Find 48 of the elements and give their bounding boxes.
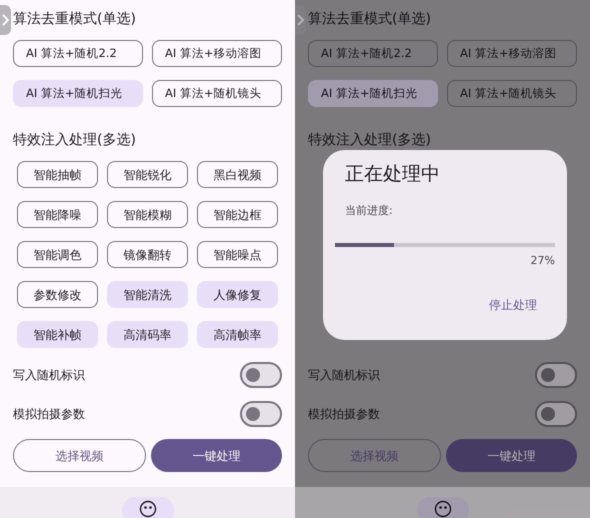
toggle-switch[interactable] bbox=[240, 362, 282, 388]
mode-option[interactable]: AI 算法+移动溶图 bbox=[447, 40, 577, 67]
action-button[interactable]: 选择视频 bbox=[13, 439, 146, 472]
section-title: 算法去重模式(单选) bbox=[13, 10, 137, 29]
toggle-label: 写入随机标识 bbox=[13, 367, 85, 384]
toggle-label: 模拟拍摄参数 bbox=[13, 406, 85, 423]
section-title: 特效注入处理(多选) bbox=[13, 131, 137, 149]
chevron-icon bbox=[2, 14, 9, 26]
section-title: 特效注入处理(多选) bbox=[308, 131, 432, 149]
face-icon bbox=[434, 500, 452, 518]
progress-label: 当前进度: bbox=[345, 202, 393, 218]
dialog-title: 正在处理中 bbox=[345, 162, 440, 187]
effect-option[interactable]: 智能边框 bbox=[197, 201, 278, 228]
effect-option[interactable]: 智能补帧 bbox=[17, 321, 98, 348]
effect-option[interactable]: 高清帧率 bbox=[197, 321, 278, 348]
effect-option[interactable]: 人像修复 bbox=[197, 281, 278, 308]
effect-option[interactable]: 智能锐化 bbox=[107, 161, 188, 188]
mode-option[interactable]: AI 算法+随机镜头 bbox=[447, 80, 577, 107]
toggle-switch[interactable] bbox=[240, 401, 282, 427]
toggle-label: 写入随机标识 bbox=[308, 367, 380, 384]
chevron-icon bbox=[297, 14, 304, 26]
nav-pill[interactable] bbox=[122, 497, 174, 518]
toggle-label: 模拟拍摄参数 bbox=[308, 406, 380, 423]
effect-option[interactable]: 高清码率 bbox=[107, 321, 188, 348]
nav-pill[interactable] bbox=[416, 497, 468, 518]
mode-option[interactable]: AI 算法+随机2.2 bbox=[308, 40, 438, 67]
action-button[interactable]: 一键处理 bbox=[151, 439, 282, 472]
stop-button[interactable]: 停止处理 bbox=[489, 296, 537, 314]
mode-option[interactable]: AI 算法+随机2.2 bbox=[13, 40, 143, 67]
toggle-switch[interactable] bbox=[535, 401, 577, 427]
effect-option[interactable]: 镜像翻转 bbox=[107, 241, 188, 268]
action-button[interactable]: 一键处理 bbox=[446, 439, 577, 472]
effect-option[interactable]: 智能降噪 bbox=[17, 201, 98, 228]
mode-option[interactable]: AI 算法+随机扫光 bbox=[308, 80, 438, 107]
toggle-switch[interactable] bbox=[535, 362, 577, 388]
effect-option[interactable]: 参数修改 bbox=[17, 281, 98, 308]
face-icon bbox=[138, 500, 156, 518]
effect-option[interactable]: 智能模糊 bbox=[107, 201, 188, 228]
effect-option[interactable]: 智能清洗 bbox=[107, 281, 188, 308]
section-title: 算法去重模式(单选) bbox=[308, 10, 432, 29]
effect-option[interactable]: 智能抽帧 bbox=[17, 161, 98, 188]
effect-option[interactable]: 智能噪点 bbox=[197, 241, 278, 268]
effect-option[interactable]: 智能调色 bbox=[17, 241, 98, 268]
mode-option[interactable]: AI 算法+随机镜头 bbox=[152, 80, 282, 107]
mode-option[interactable]: AI 算法+随机扫光 bbox=[13, 80, 143, 107]
effect-option[interactable]: 黑白视频 bbox=[197, 161, 278, 188]
progress-percent: 27% bbox=[530, 253, 555, 269]
mode-option[interactable]: AI 算法+移动溶图 bbox=[152, 40, 282, 67]
